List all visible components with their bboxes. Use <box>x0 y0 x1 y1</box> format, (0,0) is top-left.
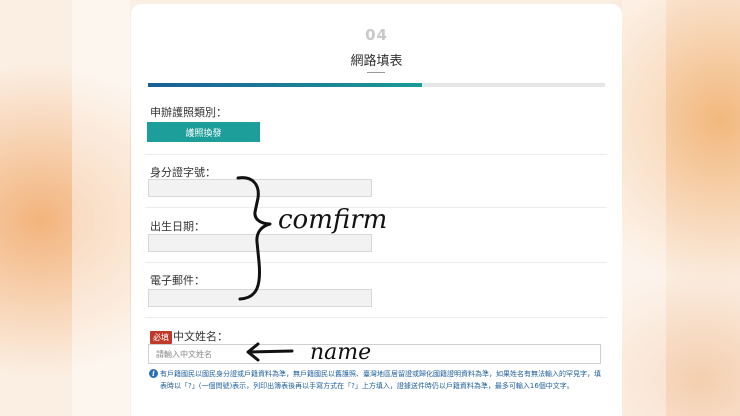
bracket-note: comfirm <box>278 205 387 235</box>
arrow-left-icon <box>246 342 294 362</box>
brace-icon <box>236 176 272 301</box>
arrow-note: name <box>310 340 371 365</box>
handwritten-annotations: comfirm name <box>236 176 387 365</box>
